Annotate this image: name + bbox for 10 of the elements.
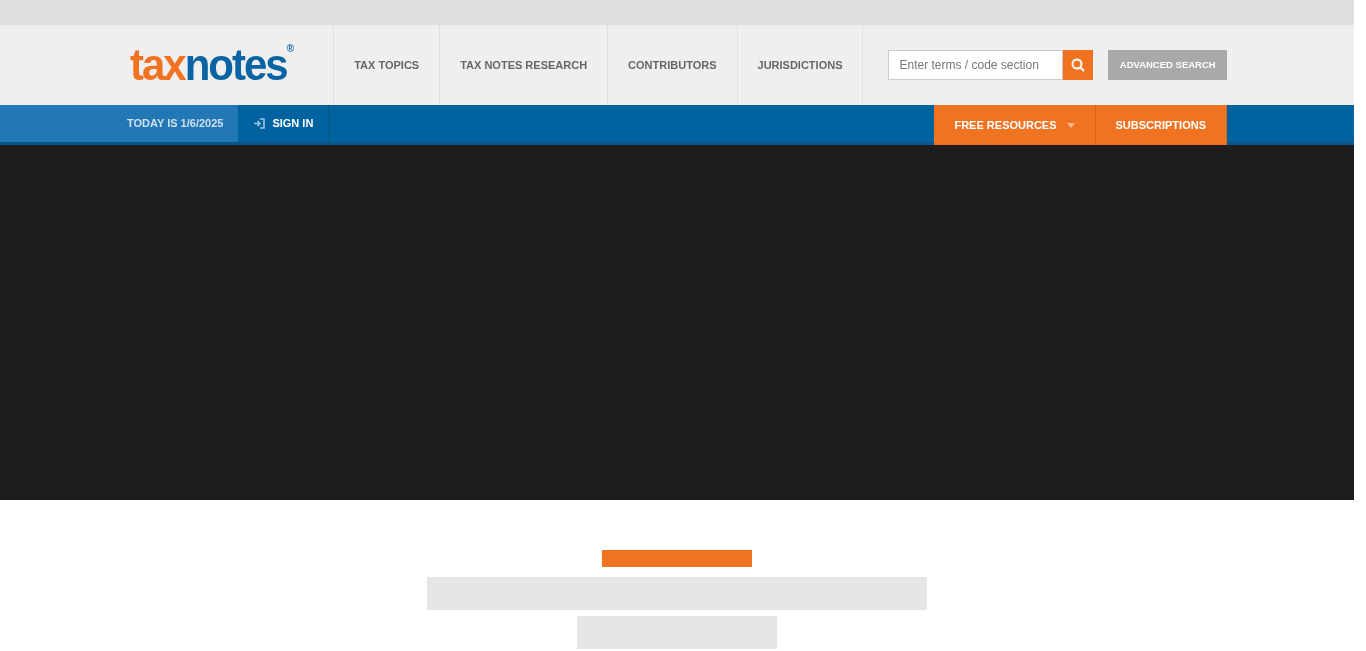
date-label: TODAY IS 1/6/2025 [0, 105, 239, 142]
caret-icon [1066, 122, 1075, 128]
search-field[interactable]: Enter terms / code section [888, 50, 1064, 80]
menu-dropdown[interactable]: FREE RESOURCES [934, 105, 1096, 145]
sign-in-link[interactable]: SIGN IN [238, 105, 330, 142]
menu-link[interactable]: SUBSCRIPTIONS [1095, 105, 1227, 145]
search-button[interactable] [1063, 50, 1094, 80]
logo[interactable]: taxnotes® [120, 42, 334, 88]
search-icon [1071, 58, 1086, 72]
sign-in-icon [253, 118, 266, 129]
